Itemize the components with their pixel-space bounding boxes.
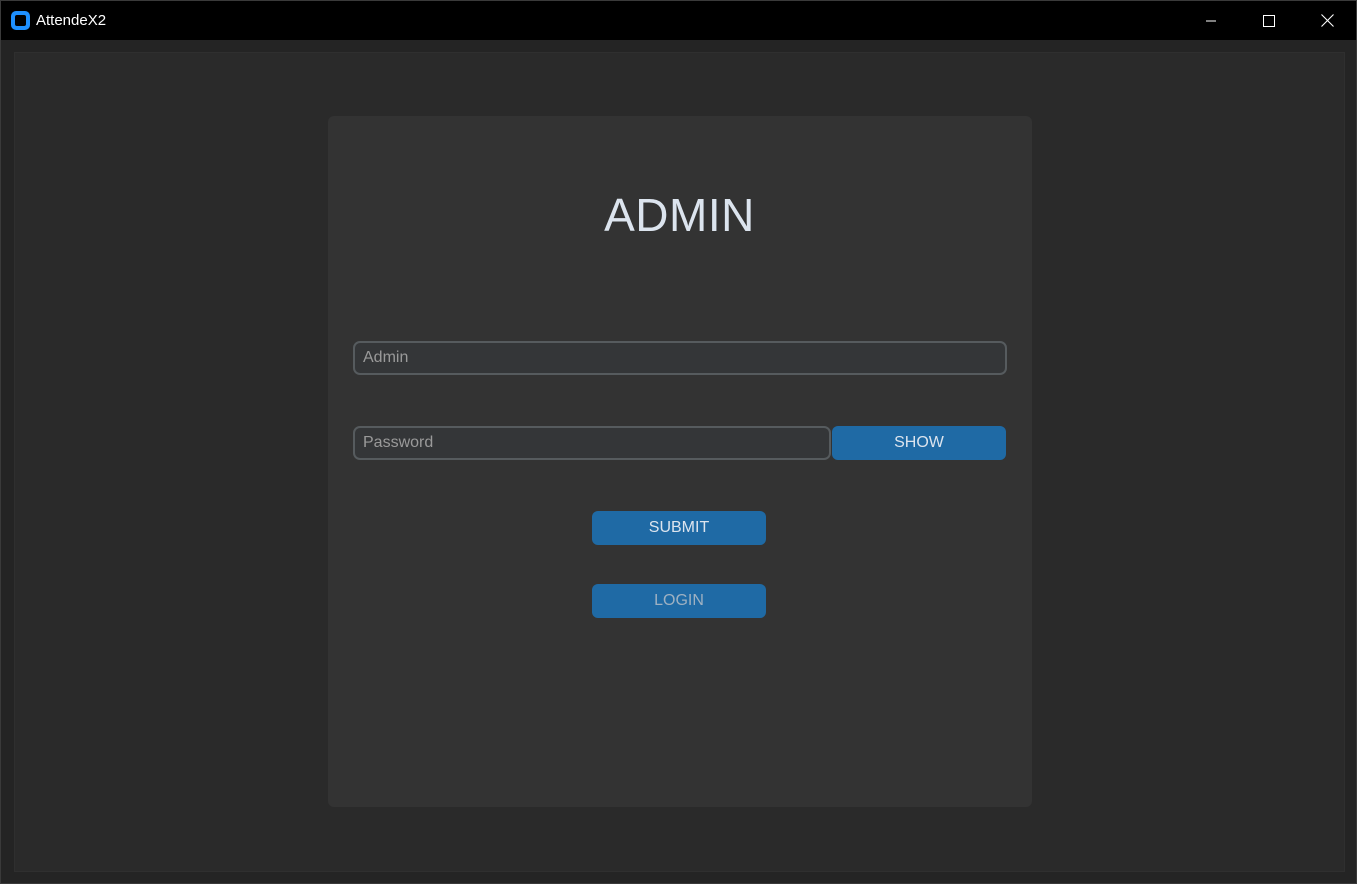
minimize-icon <box>1206 20 1216 21</box>
app-icon <box>11 11 30 30</box>
maximize-icon <box>1263 14 1275 27</box>
window-title: AttendeX2 <box>36 12 107 29</box>
app-window: AttendeX2 ADMIN SHOW SUBMIT LOGIN <box>0 0 1357 884</box>
username-input[interactable] <box>353 341 1007 375</box>
minimize-button[interactable] <box>1182 1 1240 40</box>
close-button[interactable] <box>1298 1 1356 40</box>
submit-button[interactable]: SUBMIT <box>592 511 766 545</box>
page-title: ADMIN <box>604 189 755 241</box>
maximize-button[interactable] <box>1240 1 1298 40</box>
title-bar[interactable]: AttendeX2 <box>1 1 1356 40</box>
login-button[interactable]: LOGIN <box>592 584 766 618</box>
password-input[interactable] <box>353 426 831 460</box>
close-icon <box>1320 14 1334 27</box>
show-password-button[interactable]: SHOW <box>832 426 1006 460</box>
